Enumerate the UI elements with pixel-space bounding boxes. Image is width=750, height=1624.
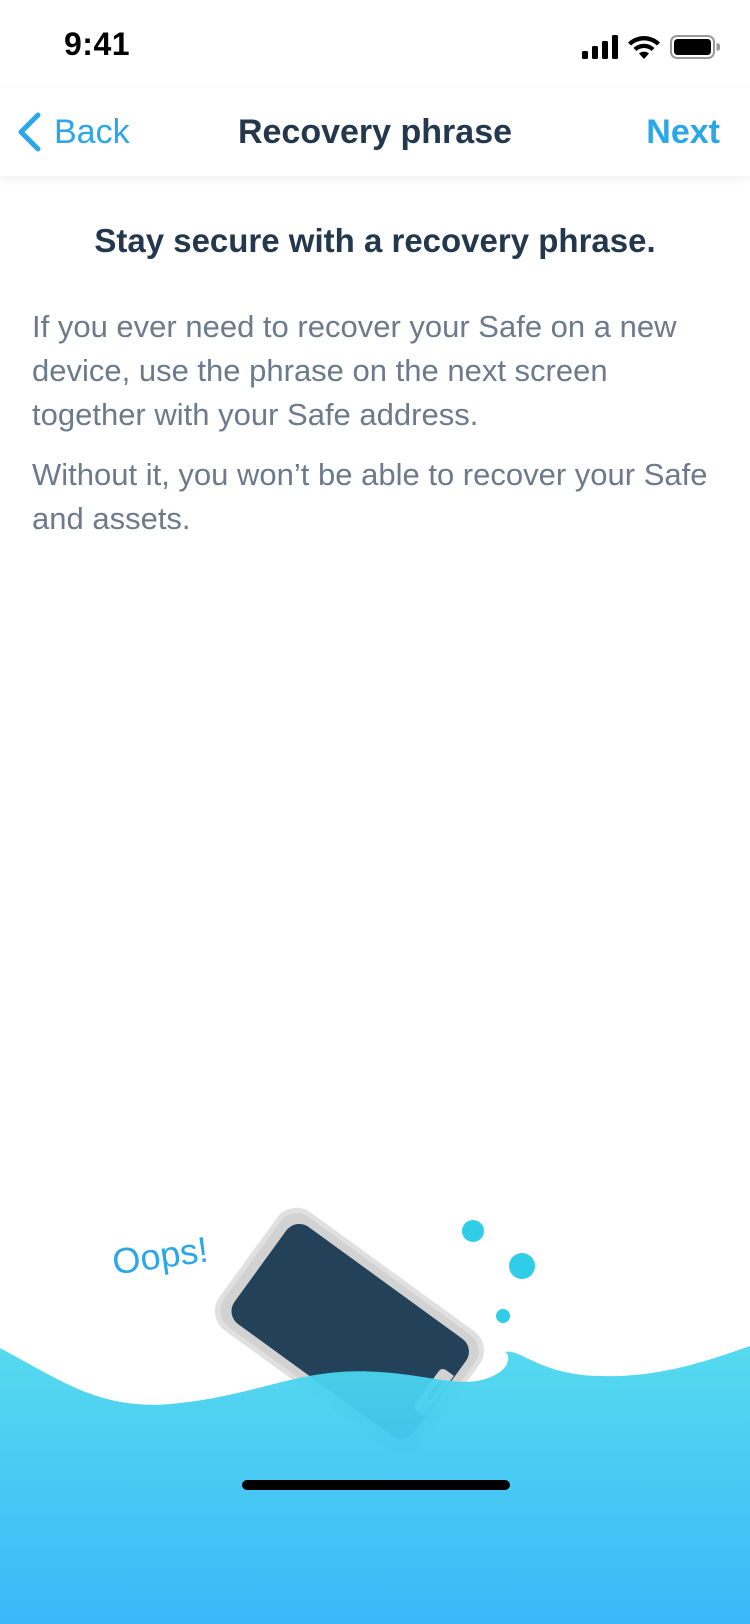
page-title: Recovery phrase: [237, 113, 513, 151]
next-button[interactable]: Next: [646, 88, 720, 176]
description-paragraph-1: If you ever need to recover your Safe on…: [32, 309, 677, 432]
status-bar: 9:41: [0, 0, 750, 88]
headline: Stay secure with a recovery phrase.: [94, 222, 656, 259]
sinking-phone-illustration: Oops!: [0, 1207, 750, 1624]
wifi-icon: [628, 36, 660, 59]
bubble-large: [509, 1253, 535, 1279]
bubble-medium: [462, 1220, 484, 1242]
recovery-phrase-screen: 9:41 Back Recovery phrase Next Stay secu…: [0, 0, 750, 1624]
status-time: 9:41: [64, 26, 131, 62]
status-icons: [582, 32, 720, 62]
navigation-bar: Back Recovery phrase Next: [0, 88, 750, 176]
signal-icon: [582, 35, 618, 59]
home-indicator[interactable]: [242, 1480, 510, 1490]
oops-caption: Oops!: [110, 1229, 211, 1283]
description-paragraph-2: Without it, you won’t be able to recover…: [32, 457, 708, 536]
bubble-small: [496, 1309, 510, 1323]
battery-icon: [670, 35, 720, 59]
